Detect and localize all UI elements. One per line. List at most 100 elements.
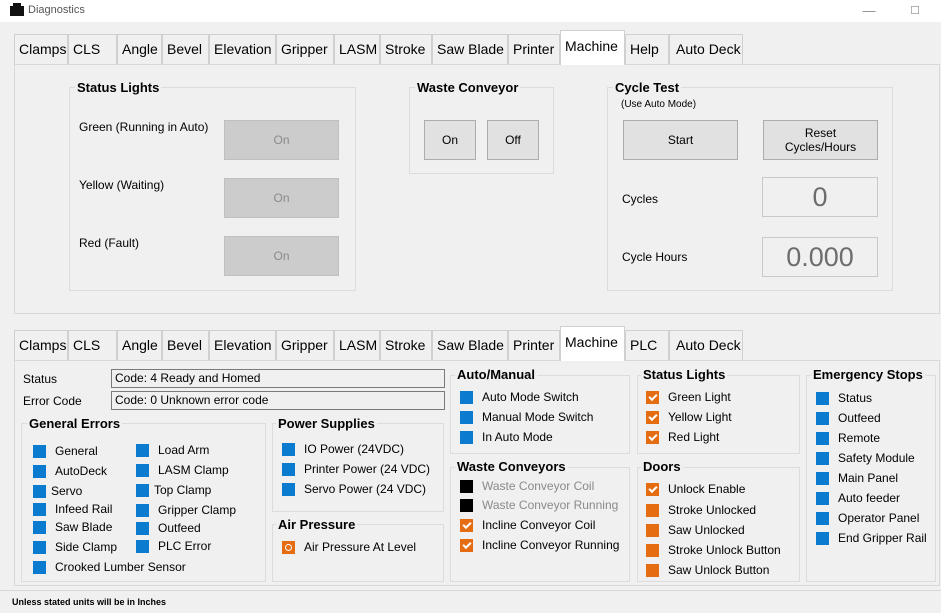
waste-conveyor-title: Waste Conveyor	[415, 80, 521, 95]
machine-panel-bottom: Status Code: 4 Ready and Homed Error Cod…	[14, 360, 940, 586]
estop-safety-module-label: Safety Module	[838, 451, 915, 465]
tab-saw-blade[interactable]: Saw Blade	[432, 330, 508, 360]
status-led	[460, 391, 473, 404]
plc-error-label: PLC Error	[158, 539, 212, 553]
red-light-on-button[interactable]: On	[224, 236, 339, 276]
tab-machine[interactable]: Machine	[560, 30, 625, 65]
tab-bevel[interactable]: Bevel	[162, 330, 209, 360]
red-light-io-label: Red Light	[668, 430, 720, 444]
stroke-unlock-button-label: Stroke Unlock Button	[668, 543, 781, 557]
error-code-field: Code: 0 Unknown error code	[111, 391, 445, 410]
waste-conveyor-off-button[interactable]: Off	[487, 120, 539, 160]
tab-bevel[interactable]: Bevel	[162, 34, 209, 64]
tab-machine[interactable]: Machine	[560, 326, 625, 361]
cycles-readout: 0	[762, 177, 878, 217]
cycle-test-title: Cycle Test	[613, 80, 682, 95]
tab-plc[interactable]: PLC	[625, 330, 669, 360]
tab-angle[interactable]: Angle	[117, 34, 162, 64]
power-supplies-title: Power Supplies	[276, 416, 377, 431]
io-power-label: IO Power (24VDC)	[304, 442, 405, 456]
estop-main-panel-label: Main Panel	[838, 471, 899, 485]
emergency-stops-title: Emergency Stops	[811, 367, 925, 382]
in-auto-mode-label: In Auto Mode	[482, 430, 553, 444]
gripper-clamp-error-label: Gripper Clamp	[158, 503, 237, 517]
status-bar-text: Unless stated units will be in Inches	[12, 597, 167, 607]
servo-power-label: Servo Power (24 VDC)	[304, 482, 427, 496]
waste-conveyor-on-button[interactable]: On	[424, 120, 476, 160]
tab-elevation[interactable]: Elevation	[209, 330, 276, 360]
error-code-label: Error Code	[23, 394, 82, 408]
status-led	[136, 504, 149, 517]
status-led	[460, 431, 473, 444]
status-led	[33, 485, 46, 498]
top-clamp-error-label: Top Clamp	[154, 483, 212, 497]
tab-cls[interactable]: CLS	[68, 330, 117, 360]
estop-operator-panel-label: Operator Panel	[838, 511, 920, 525]
infeed-rail-error-label: Infeed Rail	[55, 502, 113, 516]
status-led	[282, 463, 295, 476]
tab-clamps[interactable]: Clamps	[14, 330, 68, 360]
tab-angle[interactable]: Angle	[117, 330, 162, 360]
title-bar: Diagnostics — ☐	[0, 0, 941, 22]
auto-manual-title: Auto/Manual	[455, 367, 537, 382]
waste-conveyor-coil-label: Waste Conveyor Coil	[482, 479, 595, 493]
crooked-lumber-label: Crooked Lumber Sensor	[55, 560, 186, 574]
estop-remote-label: Remote	[838, 431, 881, 445]
auto-mode-switch-label: Auto Mode Switch	[482, 390, 579, 404]
status-led	[33, 465, 46, 478]
tab-printer[interactable]: Printer	[508, 34, 560, 64]
cycles-label: Cycles	[622, 192, 659, 206]
side-clamp-error-label: Side Clamp	[55, 540, 118, 554]
tab-cls[interactable]: CLS	[68, 34, 117, 64]
tab-auto-deck[interactable]: Auto Deck	[669, 34, 743, 64]
status-led	[646, 431, 659, 444]
saw-unlocked-label: Saw Unlocked	[668, 523, 745, 537]
reset-label-line1: Reset	[804, 126, 837, 140]
outfeed-error-label: Outfeed	[158, 521, 201, 535]
tab-help[interactable]: Help	[625, 34, 669, 64]
green-light-on-button[interactable]: On	[224, 120, 339, 160]
tab-lasm[interactable]: LASM	[334, 330, 380, 360]
air-pressure-title: Air Pressure	[276, 517, 358, 532]
manual-mode-switch-label: Manual Mode Switch	[482, 410, 594, 424]
lasm-clamp-error-label: LASM Clamp	[158, 463, 229, 477]
window-title: Diagnostics	[28, 4, 85, 16]
general-error-label: General	[55, 444, 98, 458]
waste-conveyor-running-label: Waste Conveyor Running	[482, 498, 619, 512]
status-led	[816, 412, 829, 425]
minimize-button[interactable]: —	[846, 1, 892, 21]
status-led	[460, 519, 473, 532]
tab-printer[interactable]: Printer	[508, 330, 560, 360]
tab-auto-deck[interactable]: Auto Deck	[669, 330, 743, 360]
maximize-button[interactable]: ☐	[892, 1, 938, 21]
cycle-hours-readout: 0.000	[762, 237, 878, 277]
status-led	[136, 464, 149, 477]
tab-stroke[interactable]: Stroke	[380, 330, 432, 360]
tab-lasm[interactable]: LASM	[334, 34, 380, 64]
reset-label-line2: Cycles/Hours	[784, 140, 857, 154]
status-led	[816, 452, 829, 465]
yellow-light-io-label: Yellow Light	[668, 410, 732, 424]
yellow-light-on-button[interactable]: On	[224, 178, 339, 218]
status-led	[460, 480, 473, 493]
tab-gripper[interactable]: Gripper	[276, 330, 334, 360]
status-led	[646, 411, 659, 424]
status-led	[816, 392, 829, 405]
status-lights-io-title: Status Lights	[641, 367, 728, 382]
status-label: Status	[23, 372, 58, 386]
start-cycle-button[interactable]: Start	[623, 120, 738, 160]
status-led	[136, 444, 149, 457]
incline-conveyor-running-label: Incline Conveyor Running	[482, 538, 620, 552]
load-arm-error-label: Load Arm	[158, 443, 210, 457]
status-led	[816, 512, 829, 525]
tab-clamps[interactable]: Clamps	[14, 34, 68, 64]
status-led	[460, 411, 473, 424]
tab-stroke[interactable]: Stroke	[380, 34, 432, 64]
status-led	[646, 524, 659, 537]
tab-saw-blade[interactable]: Saw Blade	[432, 34, 508, 64]
reset-cycles-button[interactable]: Reset Cycles/Hours	[763, 120, 878, 160]
tab-elevation[interactable]: Elevation	[209, 34, 276, 64]
status-led	[33, 541, 46, 554]
tab-gripper[interactable]: Gripper	[276, 34, 334, 64]
estop-outfeed-label: Outfeed	[838, 411, 881, 425]
